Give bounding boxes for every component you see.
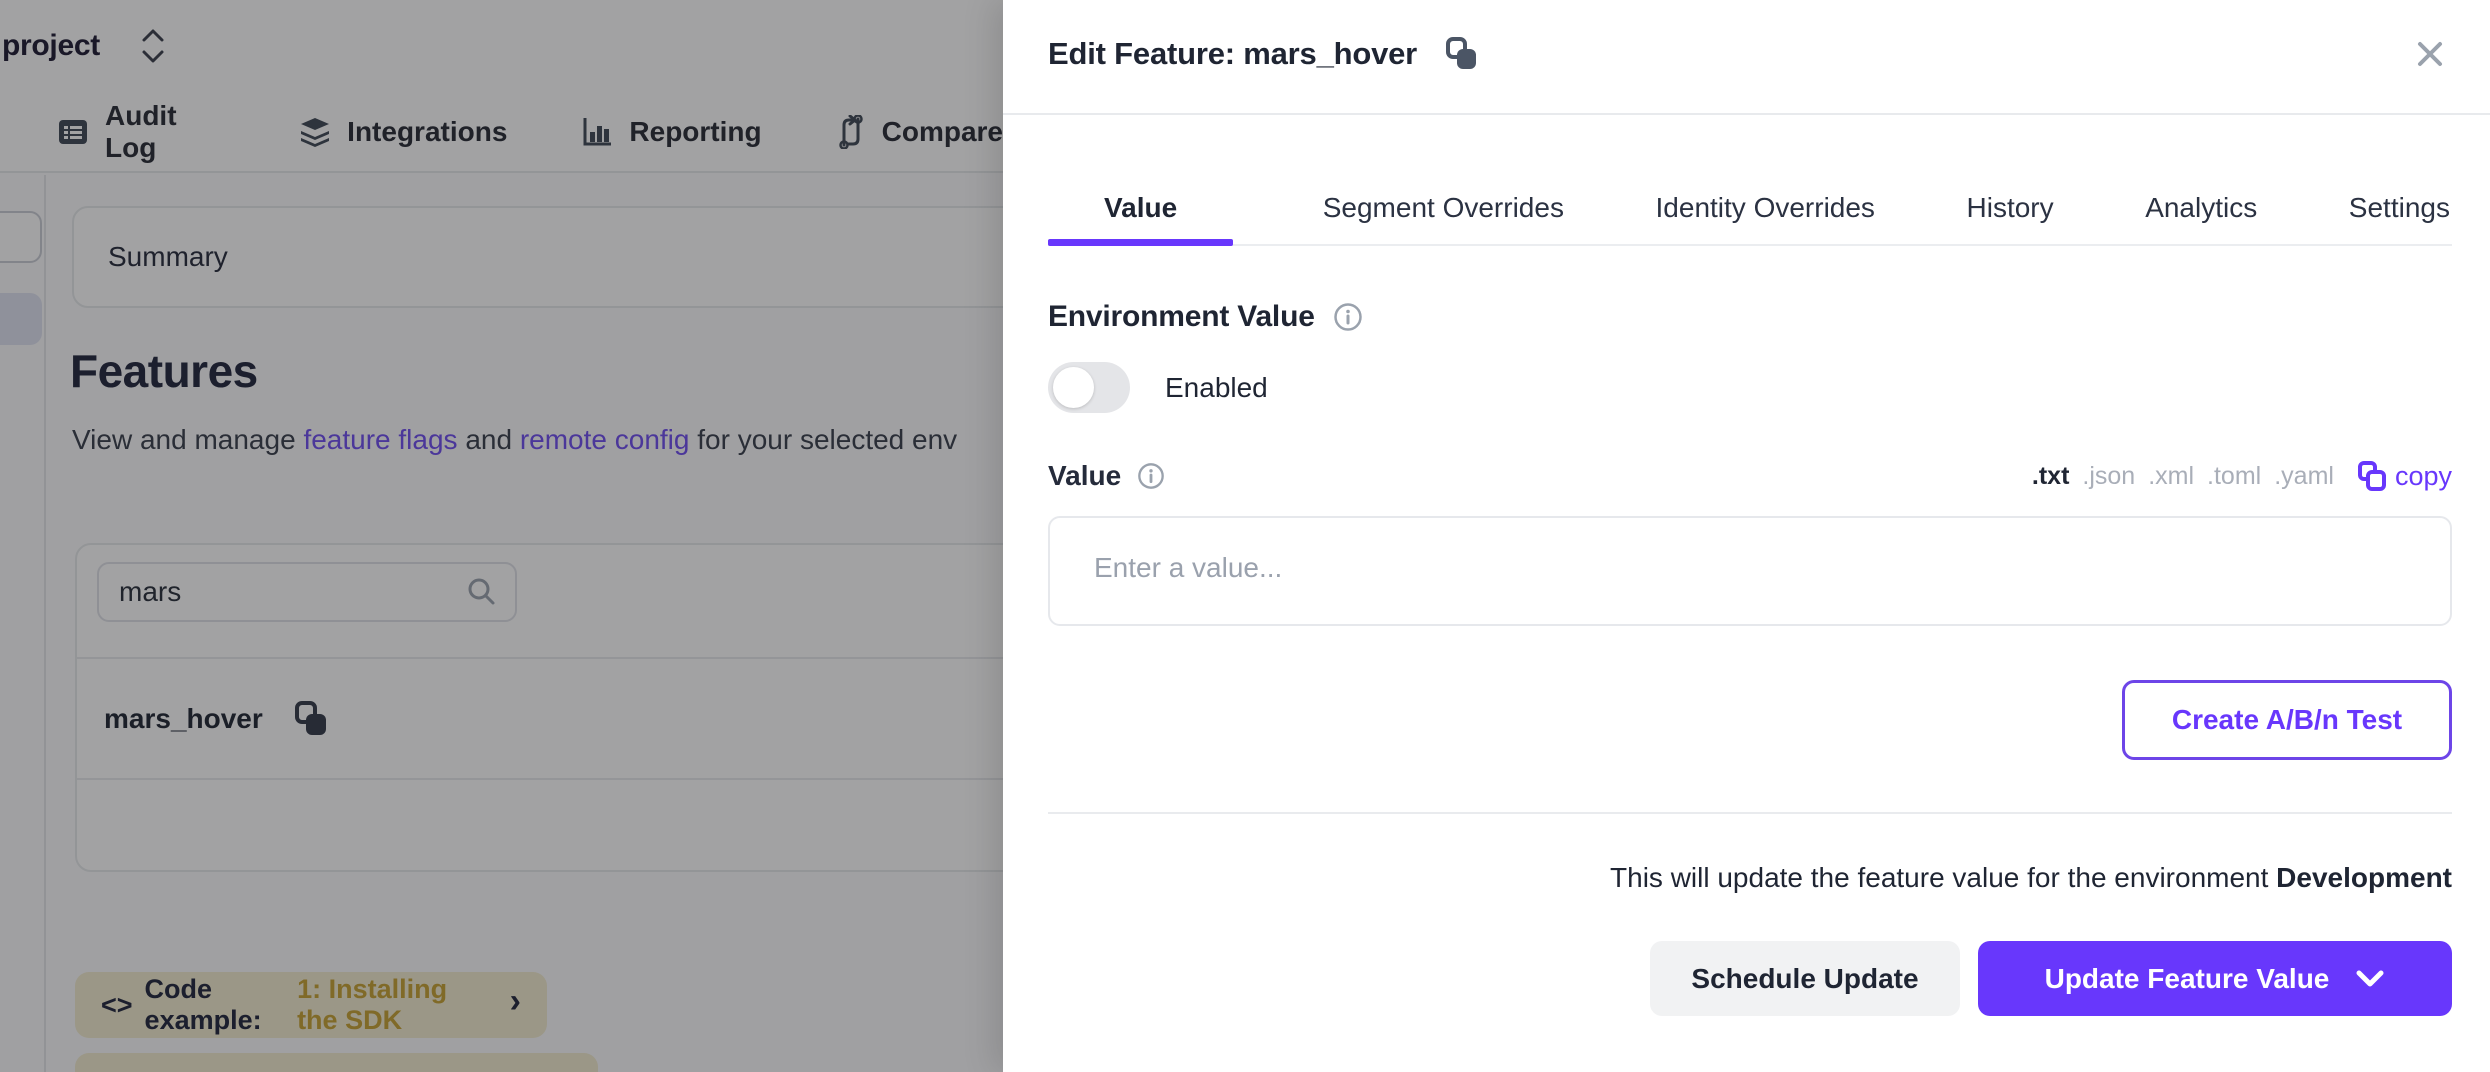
chevron-down-icon[interactable] <box>2355 969 2385 989</box>
tab-identity-overrides[interactable]: Identity Overrides <box>1654 192 1877 244</box>
info-icon[interactable] <box>1137 462 1165 490</box>
info-icon[interactable] <box>1333 302 1363 332</box>
tab-analytics[interactable]: Analytics <box>2143 192 2259 244</box>
note-text: This will update the feature value for t… <box>1610 862 2276 893</box>
copy-icon <box>2357 460 2387 492</box>
toggle-label: Enabled <box>1165 372 1268 404</box>
environment-value-section: Environment Value <box>1048 300 1363 334</box>
create-ab-test-button[interactable]: Create A/B/n Test <box>2122 680 2452 760</box>
drawer-header: Edit Feature: mars_hover <box>1003 0 2490 115</box>
format-yaml[interactable]: .yaml <box>2274 462 2334 491</box>
value-label: Value <box>1048 460 1121 492</box>
footer-actions: Schedule Update Update Feature Value <box>1650 941 2452 1016</box>
tab-value[interactable]: Value <box>1048 192 1233 244</box>
format-toml[interactable]: .toml <box>2207 462 2261 491</box>
update-feature-value-button[interactable]: Update Feature Value <box>1978 941 2452 1016</box>
format-switcher: .txt .json .xml .toml .yaml copy <box>2032 460 2452 492</box>
close-icon[interactable] <box>2414 38 2446 76</box>
format-json[interactable]: .json <box>2082 462 2135 491</box>
drawer-title: Edit Feature: mars_hover <box>1048 36 1417 72</box>
edit-feature-drawer: Edit Feature: mars_hover Value Segment O… <box>1003 0 2490 1072</box>
schedule-update-button[interactable]: Schedule Update <box>1650 941 1960 1016</box>
toggle-knob <box>1053 367 1094 408</box>
tab-history[interactable]: History <box>1965 192 2056 244</box>
value-input[interactable] <box>1048 516 2452 626</box>
format-txt[interactable]: .txt <box>2032 462 2070 491</box>
format-xml[interactable]: .xml <box>2148 462 2194 491</box>
copy-value-button[interactable]: copy <box>2357 460 2452 492</box>
enabled-toggle[interactable] <box>1048 362 1130 413</box>
divider <box>1048 812 2452 814</box>
environment-name: Development <box>2276 862 2452 893</box>
enabled-toggle-row: Enabled <box>1048 362 1268 413</box>
section-heading: Environment Value <box>1048 300 1315 334</box>
value-field-header: Value .txt .json .xml .toml .yaml copy <box>1048 460 2452 492</box>
tab-segment-overrides[interactable]: Segment Overrides <box>1321 192 1566 244</box>
drawer-tabs: Value Segment Overrides Identity Overrid… <box>1048 192 2452 246</box>
update-button-label: Update Feature Value <box>2045 963 2330 995</box>
copy-label: copy <box>2395 461 2452 492</box>
copy-feature-name-icon[interactable] <box>1445 36 1479 72</box>
update-note: This will update the feature value for t… <box>1610 862 2452 894</box>
tab-settings[interactable]: Settings <box>2347 192 2452 244</box>
modal-overlay[interactable] <box>0 0 1003 1072</box>
